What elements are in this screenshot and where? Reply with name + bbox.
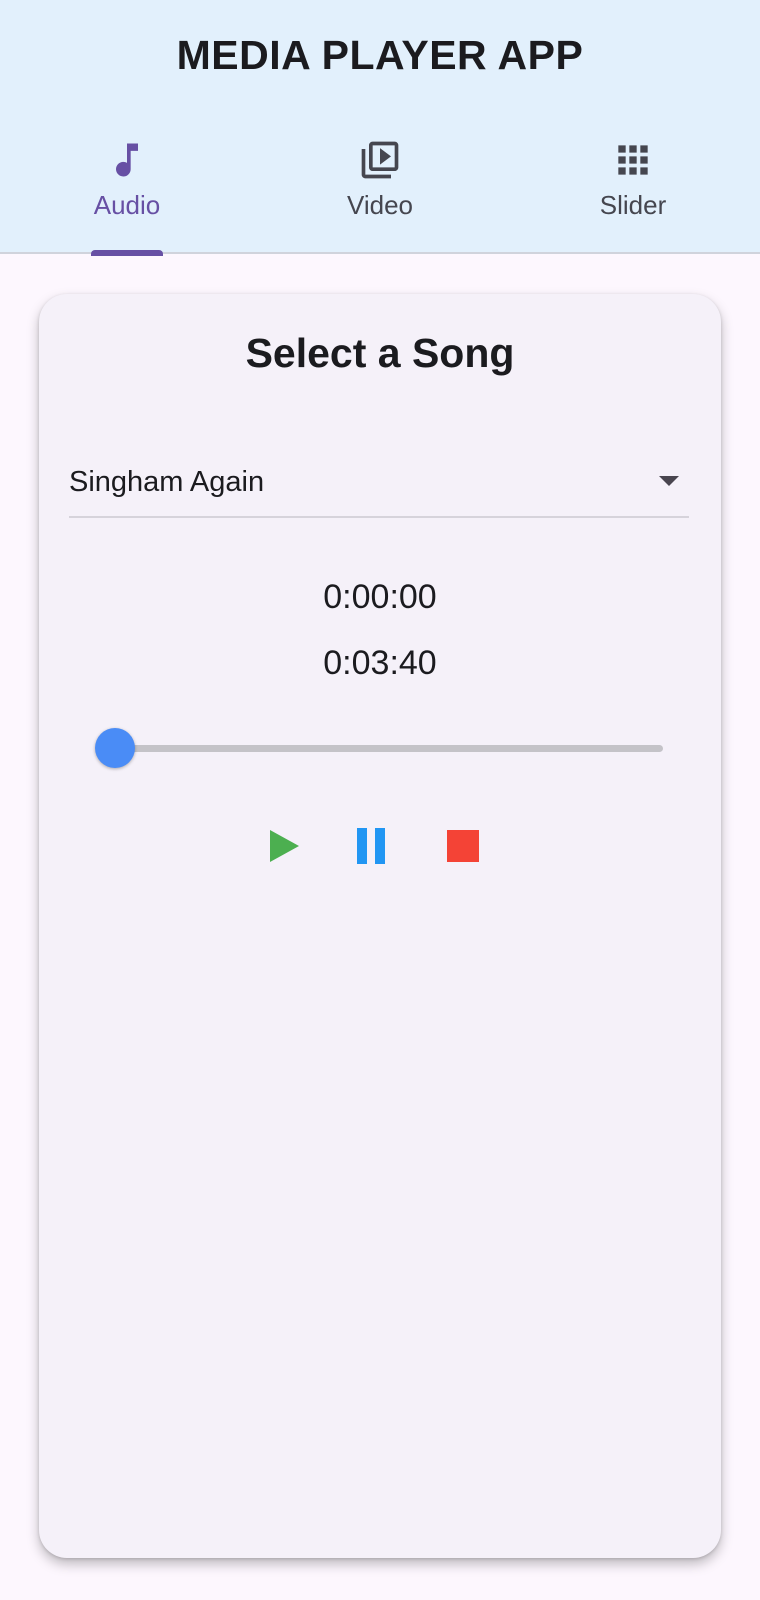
dropdown-arrow-icon [659, 476, 679, 486]
tab-video-label: Video [346, 190, 414, 220]
play-icon [270, 830, 299, 862]
player-card: Select a Song Singham Again 0:00:00 0:03… [39, 294, 721, 1558]
selected-song: Singham Again [69, 466, 265, 498]
app-bar: MEDIA PLAYER APP Audio Video Slider [0, 0, 760, 256]
song-dropdown[interactable]: Singham Again [69, 452, 689, 518]
current-time: 0:00:00 [323, 578, 437, 616]
grid-icon [618, 145, 648, 175]
slider-track [115, 745, 663, 752]
stop-button[interactable] [439, 822, 487, 870]
total-time: 0:03:40 [323, 644, 437, 682]
pause-button[interactable] [348, 822, 396, 870]
playback-controls [39, 822, 721, 870]
video-library-icon [361, 141, 399, 179]
progress-slider[interactable] [95, 724, 685, 772]
active-tab-indicator [91, 250, 163, 256]
tab-audio-label: Audio [93, 190, 161, 220]
play-button[interactable] [257, 822, 305, 870]
tab-audio[interactable]: Audio [27, 138, 227, 250]
app-title: MEDIA PLAYER APP [176, 32, 584, 78]
tab-slider-label: Slider [599, 190, 667, 220]
music-note-icon [116, 143, 138, 177]
card-title: Select a Song [245, 330, 515, 376]
slider-thumb[interactable] [95, 728, 135, 768]
stop-icon [447, 830, 479, 862]
tab-video[interactable]: Video [280, 138, 480, 250]
tab-slider[interactable]: Slider [533, 138, 733, 250]
pause-icon [357, 828, 385, 864]
